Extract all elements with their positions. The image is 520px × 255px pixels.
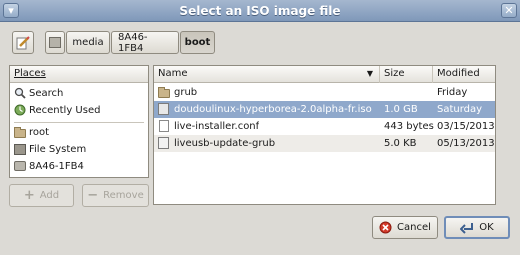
file-size: 5.0 KB	[384, 138, 417, 149]
remove-icon: −	[87, 188, 99, 203]
file-row-doudoulinux-iso[interactable]: doudoulinux-hyperborea-2.0alpha-fr.iso 1…	[154, 101, 495, 118]
column-name-label: Name	[158, 68, 188, 79]
drive-icon	[49, 37, 61, 48]
places-panel: Places Search Recently Used root File Sy…	[9, 65, 149, 178]
file-name: doudoulinux-hyperborea-2.0alpha-fr.iso	[174, 104, 372, 115]
iso-file-icon	[158, 103, 169, 115]
places-item-label: File System	[29, 144, 87, 155]
cancel-button-label: Cancel	[397, 222, 431, 233]
places-header[interactable]: Places	[10, 66, 148, 83]
close-icon: ✕	[504, 4, 514, 17]
places-item-recently-used[interactable]: Recently Used	[12, 102, 146, 119]
column-size-header[interactable]: Size	[380, 66, 433, 83]
file-modified: 03/15/2013	[437, 121, 495, 132]
file-size: 443 bytes	[384, 121, 434, 132]
edit-location-button[interactable]	[12, 31, 34, 54]
ok-icon	[460, 222, 474, 234]
places-item-root[interactable]: root	[12, 124, 146, 141]
ok-button[interactable]: OK	[444, 216, 510, 239]
file-name: liveusb-update-grub	[174, 138, 276, 149]
column-name-header[interactable]: Name ▼	[154, 66, 380, 83]
ok-button-label: OK	[479, 222, 494, 233]
file-modified: 05/13/2013	[437, 138, 495, 149]
places-item-label: Recently Used	[29, 105, 101, 116]
add-button-label: Add	[39, 190, 60, 201]
places-header-label: Places	[14, 68, 46, 79]
path-segment-label: 8A46-1FB4	[118, 31, 148, 54]
column-modified-label: Modified	[437, 68, 480, 79]
file-row-liveusb-update-grub[interactable]: liveusb-update-grub 5.0 KB 05/13/2013	[154, 135, 495, 152]
file-list-header: Name ▼ Size Modified	[154, 66, 495, 83]
drive-icon	[14, 161, 26, 171]
places-item-8a46-1fb4[interactable]: 8A46-1FB4	[12, 158, 146, 175]
column-size-label: Size	[384, 68, 405, 79]
path-segment-label: boot	[184, 37, 211, 48]
path-segment-label: media	[72, 37, 104, 48]
path-segment-8a46-1fb4[interactable]: 8A46-1FB4	[111, 31, 179, 54]
path-segment-boot[interactable]: boot	[180, 31, 215, 54]
path-root-drive-button[interactable]	[45, 31, 65, 54]
file-list: Name ▼ Size Modified grub Friday doudoul…	[153, 65, 496, 205]
window-close-button[interactable]: ✕	[501, 3, 517, 18]
places-item-label: root	[29, 127, 50, 138]
places-item-file-system[interactable]: File System	[12, 141, 146, 158]
places-separator	[14, 122, 144, 123]
filesystem-icon	[14, 144, 26, 155]
places-item-search[interactable]: Search	[12, 85, 146, 102]
cancel-button[interactable]: Cancel	[372, 216, 438, 239]
file-row-grub[interactable]: grub Friday	[154, 84, 495, 101]
remove-bookmark-button[interactable]: − Remove	[82, 184, 149, 207]
file-modified: Friday	[437, 87, 468, 98]
file-name: live-installer.conf	[174, 121, 260, 132]
column-modified-header[interactable]: Modified	[433, 66, 495, 83]
path-segment-media[interactable]: media	[66, 31, 110, 54]
window-title: Select an ISO image file	[179, 4, 341, 18]
add-icon: +	[23, 188, 35, 203]
script-file-icon	[158, 137, 169, 149]
folder-icon	[14, 127, 26, 138]
places-item-label: Search	[29, 88, 64, 99]
text-file-icon	[159, 120, 169, 132]
places-item-label: 8A46-1FB4	[29, 161, 84, 172]
folder-icon	[158, 87, 170, 98]
remove-button-label: Remove	[103, 190, 144, 201]
recent-icon	[14, 104, 26, 116]
search-icon	[14, 87, 26, 99]
add-bookmark-button[interactable]: + Add	[9, 184, 74, 207]
titlebar: ▾ Select an ISO image file ✕	[0, 0, 520, 22]
sort-descending-icon: ▼	[366, 69, 373, 78]
file-modified: Saturday	[437, 104, 483, 115]
file-name: grub	[174, 87, 198, 98]
file-row-live-installer-conf[interactable]: live-installer.conf 443 bytes 03/15/2013	[154, 118, 495, 135]
pencil-icon	[16, 35, 30, 49]
file-size: 1.0 GB	[384, 104, 418, 115]
cancel-icon	[379, 221, 392, 234]
